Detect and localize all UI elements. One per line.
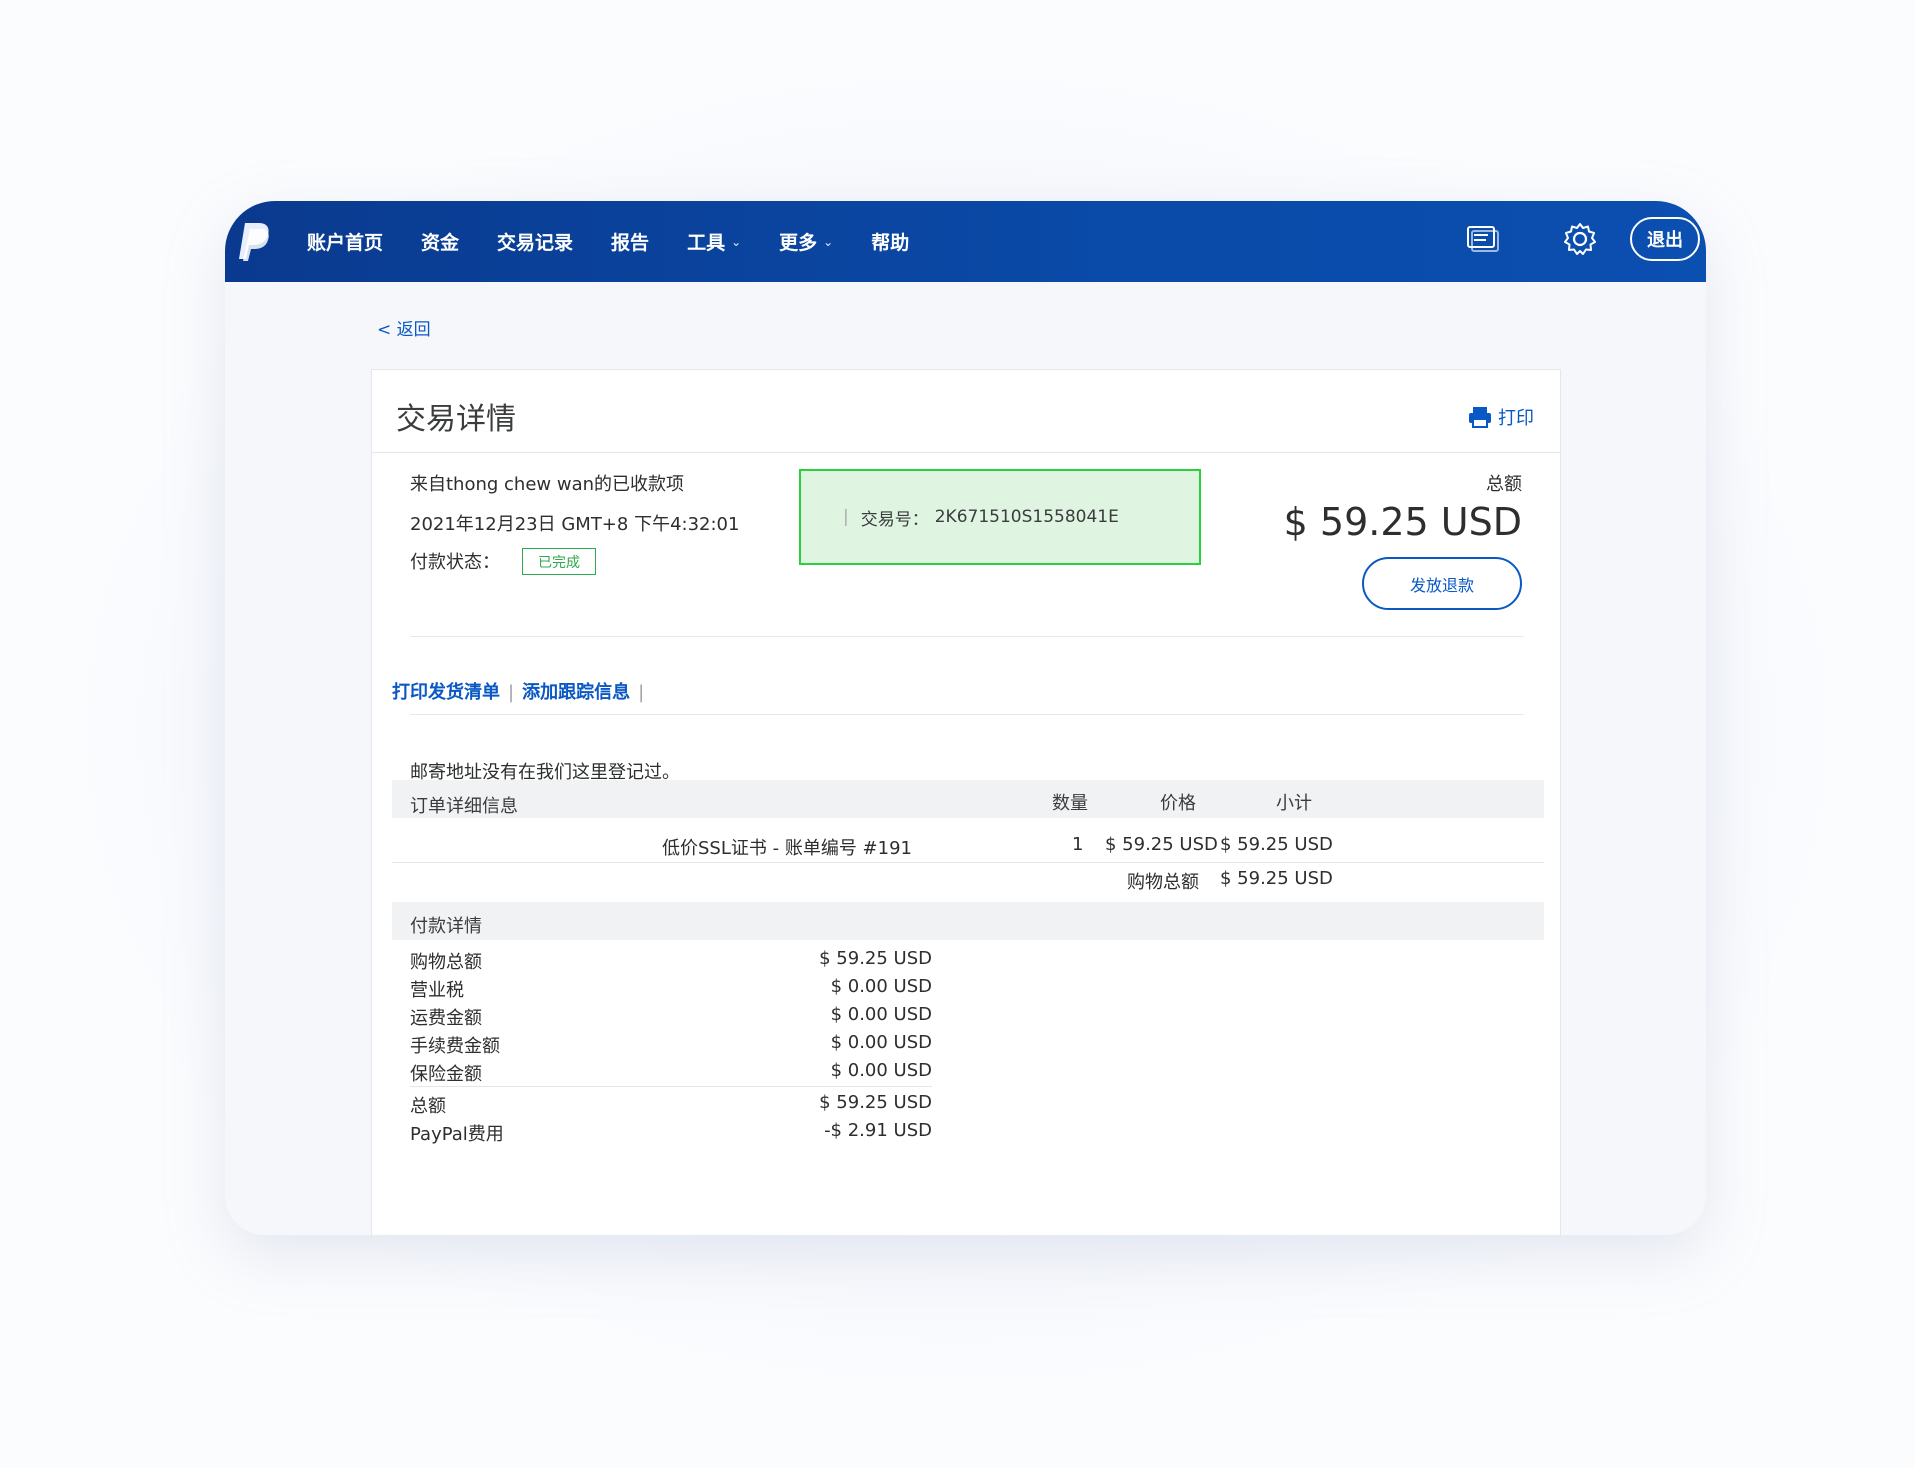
status-label: 付款状态： xyxy=(410,552,500,573)
transaction-id-box: | 交易号： 2K671510S1558041E xyxy=(799,469,1201,565)
payment-from: 来自thong chew wan的已收款项 xyxy=(410,474,685,495)
payment-row-label: 保险金额 xyxy=(410,1064,482,1085)
item-price: $ 59.25 USD xyxy=(1105,834,1218,855)
section-divider xyxy=(410,714,1524,715)
item-qty: 1 xyxy=(1072,834,1084,855)
message-icon[interactable] xyxy=(1465,223,1499,257)
row-divider xyxy=(392,862,1544,863)
payment-row-value: $ 0.00 USD xyxy=(830,1060,932,1081)
add-tracking-link[interactable]: 添加跟踪信息 xyxy=(522,682,630,703)
payment-row-value: $ 59.25 USD xyxy=(819,948,932,969)
page-title: 交易详情 xyxy=(396,402,516,437)
print-link[interactable]: 打印 xyxy=(1468,404,1534,430)
refund-button[interactable]: 发放退款 xyxy=(1362,557,1522,610)
nav-item-funds[interactable]: 资金 xyxy=(421,228,459,255)
nav-label: 更多 xyxy=(779,232,818,254)
payment-header: 付款详情 xyxy=(392,902,1544,940)
price-header: 价格 xyxy=(1160,793,1196,814)
transaction-card: 交易详情 打印 来自thong chew wan的已收款项 2021年12月23… xyxy=(371,369,1561,1235)
nav-item-tools[interactable]: 工具 ⌄ xyxy=(687,228,741,255)
payment-details-header: 付款详情 xyxy=(410,916,482,937)
payment-row-value: $ 59.25 USD xyxy=(819,1092,932,1113)
cart-total-label: 购物总额 xyxy=(1127,872,1199,893)
nav-item-transactions[interactable]: 交易记录 xyxy=(497,228,573,255)
main-nav: 账户首页 资金 交易记录 报告 工具 ⌄ 更多 ⌄ 帮助 xyxy=(307,201,947,282)
top-nav-bar: 账户首页 资金 交易记录 报告 工具 ⌄ 更多 ⌄ 帮助 退出 xyxy=(225,201,1706,282)
payment-row-label: 手续费金额 xyxy=(410,1036,500,1057)
payment-row-label: 运费金额 xyxy=(410,1008,482,1029)
txid-label: 交易号： xyxy=(860,509,929,530)
separator: | xyxy=(638,682,645,703)
nav-label: 交易记录 xyxy=(497,232,574,254)
printer-icon xyxy=(1469,407,1491,428)
payment-date: 2021年12月23日 GMT+8 下午4:32:01 xyxy=(410,514,740,535)
nav-label: 工具 xyxy=(687,232,726,254)
nav-label: 报告 xyxy=(611,232,650,254)
nav-label: 帮助 xyxy=(871,232,910,254)
nav-item-help[interactable]: 帮助 xyxy=(871,228,909,255)
logout-button[interactable]: 退出 xyxy=(1630,217,1700,261)
separator: | xyxy=(843,507,849,527)
nav-item-home[interactable]: 账户首页 xyxy=(307,228,383,255)
paypal-logo[interactable] xyxy=(237,221,273,263)
item-subtotal: $ 59.25 USD xyxy=(1220,834,1333,855)
section-divider xyxy=(410,636,1524,637)
back-link[interactable]: < 返回 xyxy=(377,315,431,340)
payment-divider xyxy=(410,1086,932,1087)
subtotal-header: 小计 xyxy=(1276,793,1312,814)
separator: | xyxy=(508,682,515,703)
qty-header: 数量 xyxy=(1052,793,1088,814)
chevron-down-icon: ⌄ xyxy=(823,234,834,249)
txid-value[interactable]: 2K671510S1558041E xyxy=(935,507,1119,527)
payment-row-label: PayPal费用 xyxy=(410,1124,504,1145)
cart-total-value: $ 59.25 USD xyxy=(1220,868,1333,889)
order-header: 订单详细信息 数量 价格 小计 xyxy=(392,780,1544,818)
print-packing-slip-link[interactable]: 打印发货清单 xyxy=(392,682,500,703)
gear-icon[interactable] xyxy=(1562,221,1598,257)
nav-label: 资金 xyxy=(421,232,460,254)
total-amount: $ 59.25 USD xyxy=(1283,500,1522,544)
action-links: 打印发货清单 | 添加跟踪信息 | xyxy=(392,678,652,704)
payment-row-label: 购物总额 xyxy=(410,952,482,973)
print-label: 打印 xyxy=(1498,408,1534,429)
status-badge: 已完成 xyxy=(522,548,596,575)
payment-row-value: -$ 2.91 USD xyxy=(824,1120,932,1141)
header-divider xyxy=(372,452,1560,453)
item-name: 低价SSL证书 - 账单编号 #191 xyxy=(662,838,912,859)
nav-item-more[interactable]: 更多 ⌄ xyxy=(779,228,833,255)
app-window: 账户首页 资金 交易记录 报告 工具 ⌄ 更多 ⌄ 帮助 退出 < 返回 交易详情 xyxy=(225,201,1706,1235)
nav-item-reports[interactable]: 报告 xyxy=(611,228,649,255)
payment-row-label: 营业税 xyxy=(410,980,464,1001)
nav-label: 账户首页 xyxy=(307,232,384,254)
payment-row-value: $ 0.00 USD xyxy=(830,1004,932,1025)
order-details-header: 订单详细信息 xyxy=(410,796,518,817)
total-label: 总额 xyxy=(1486,474,1522,495)
payment-row-value: $ 0.00 USD xyxy=(830,1032,932,1053)
payment-row-label: 总额 xyxy=(410,1096,446,1117)
chevron-down-icon: ⌄ xyxy=(731,234,742,249)
payment-row-value: $ 0.00 USD xyxy=(830,976,932,997)
